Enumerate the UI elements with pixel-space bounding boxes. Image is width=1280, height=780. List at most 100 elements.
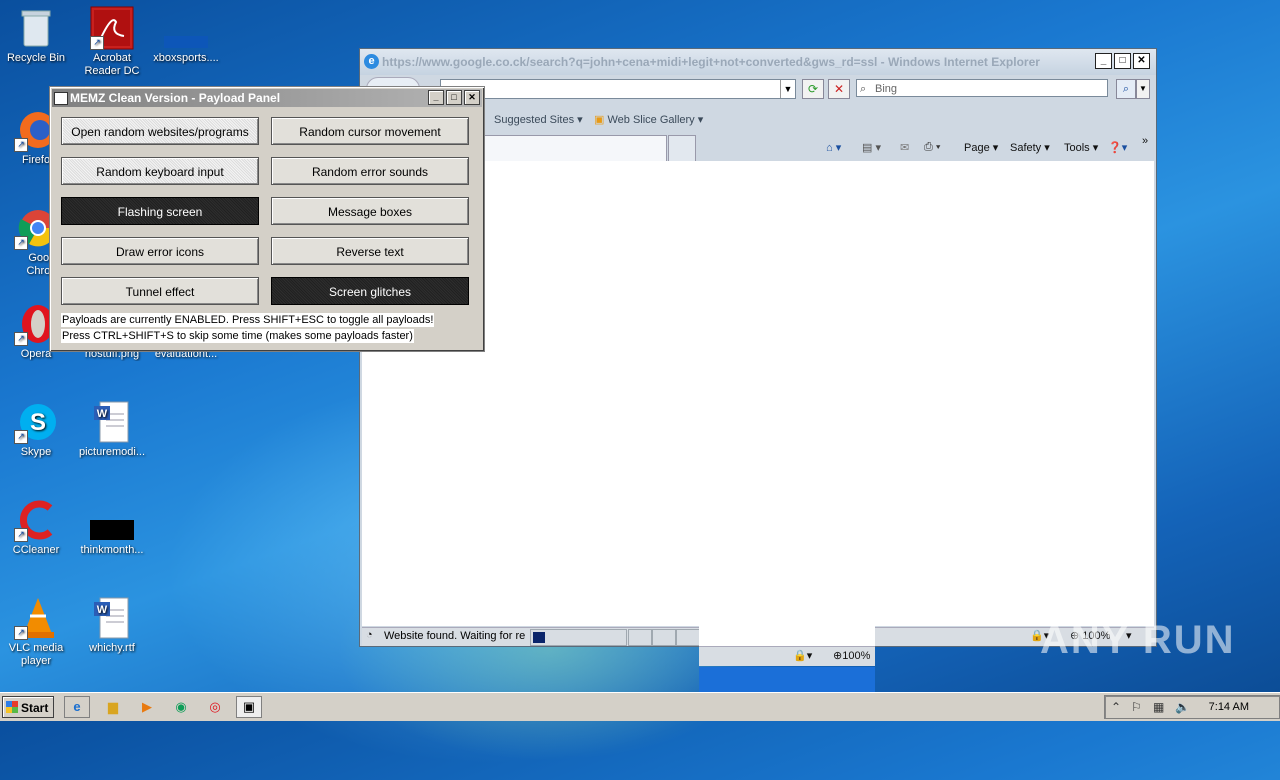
payload-flashing-screen-button[interactable]: Flashing screen bbox=[61, 197, 259, 225]
word-doc-icon: W bbox=[90, 400, 134, 444]
payload-random-cursor-button[interactable]: Random cursor movement bbox=[271, 117, 469, 145]
payload-message-boxes-button[interactable]: Message boxes bbox=[271, 197, 469, 225]
address-bar[interactable]: ▼ bbox=[440, 79, 796, 99]
status-text: Website found. Waiting for re bbox=[384, 630, 526, 642]
word-doc-icon: W bbox=[90, 596, 134, 640]
taskbar-explorer-icon[interactable]: ▆ bbox=[100, 696, 126, 718]
svg-text:W: W bbox=[97, 408, 108, 420]
desktop-icon-label: thinkmonth... bbox=[80, 544, 144, 556]
close-button[interactable]: ✕ bbox=[464, 90, 480, 105]
windows-logo-icon bbox=[6, 701, 18, 713]
search-input[interactable]: ⌕ Bing bbox=[856, 79, 1108, 97]
volume-icon[interactable]: 🔈 bbox=[1175, 700, 1190, 714]
mail-icon[interactable]: ✉ bbox=[900, 141, 909, 154]
chevron-down-icon[interactable]: ▼ bbox=[780, 80, 795, 98]
payload-hint-text: Press CTRL+SHIFT+S to skip some time (ma… bbox=[61, 329, 414, 343]
refresh-button[interactable]: ⟳ bbox=[802, 79, 824, 99]
status-pane bbox=[628, 629, 652, 646]
desktop-icon-whichy[interactable]: W whichy.rtf bbox=[72, 596, 152, 655]
maximize-button[interactable]: □ bbox=[446, 90, 462, 105]
payload-screen-glitches-button[interactable]: Screen glitches bbox=[271, 277, 469, 305]
desktop-icon-label: VLC media player bbox=[8, 642, 64, 667]
payload-reverse-text-button[interactable]: Reverse text bbox=[271, 237, 469, 265]
chevron-up-icon[interactable]: ⌃ bbox=[1111, 700, 1121, 714]
status-pane bbox=[652, 629, 676, 646]
chevron-more-icon[interactable]: » bbox=[1142, 135, 1148, 147]
desktop-icon-vlc[interactable]: ↗ VLC media player bbox=[0, 596, 76, 668]
web-slice-icon: ▣ bbox=[594, 114, 605, 126]
favorite-web-slice-gallery[interactable]: ▣ Web Slice Gallery ▾ bbox=[594, 113, 703, 126]
loading-icon: ◔ bbox=[366, 629, 373, 641]
acrobat-icon: ↗ bbox=[90, 6, 134, 50]
minimize-button[interactable]: _ bbox=[428, 90, 444, 105]
payload-draw-error-icons-button[interactable]: Draw error icons bbox=[61, 237, 259, 265]
search-dropdown-button[interactable]: ▼ bbox=[1136, 79, 1150, 99]
print-icon[interactable]: ⎙ ▾ bbox=[924, 141, 940, 154]
desktop-icon-label: Acrobat Reader DC bbox=[84, 52, 140, 77]
desktop-icon-label: Skype bbox=[20, 446, 52, 458]
file-icon bbox=[164, 6, 208, 50]
action-center-flag-icon[interactable]: ⚐ bbox=[1131, 700, 1142, 714]
taskbar-chrome-icon[interactable]: ◉ bbox=[168, 696, 194, 718]
close-button[interactable]: ✕ bbox=[1133, 53, 1150, 69]
ie-title-bar[interactable]: e https://www.google.co.ck/search?q=john… bbox=[360, 49, 1156, 75]
page-menu[interactable]: Page ▾ bbox=[964, 141, 998, 154]
progress-bar bbox=[530, 629, 627, 646]
taskbar: Start e ▆ ▶ ◉ ◎ ▣ ⌃ ⚐ ▦ 🔈 7:14 AM bbox=[0, 692, 1280, 721]
stop-button[interactable]: ✕ bbox=[828, 79, 850, 99]
ccleaner-icon: ↗ bbox=[14, 498, 58, 542]
recycle-bin-icon bbox=[14, 6, 58, 50]
taskbar-memz-icon[interactable]: ▣ bbox=[236, 696, 262, 718]
app-icon bbox=[54, 92, 68, 105]
memz-title-bar[interactable]: MEMZ Clean Version - Payload Panel _ □ ✕ bbox=[52, 89, 482, 107]
taskbar-media-player-icon[interactable]: ▶ bbox=[134, 696, 160, 718]
safety-menu[interactable]: Safety ▾ bbox=[1010, 141, 1050, 154]
desktop-icon-xboxsports[interactable]: xboxsports.... bbox=[146, 6, 226, 65]
desktop-icon-acrobat[interactable]: ↗ Acrobat Reader DC bbox=[72, 6, 152, 78]
new-tab-button[interactable] bbox=[668, 135, 696, 162]
desktop-icon-recycle-bin[interactable]: Recycle Bin bbox=[0, 6, 76, 65]
svg-text:W: W bbox=[97, 604, 108, 616]
payload-random-error-sounds-button[interactable]: Random error sounds bbox=[271, 157, 469, 185]
ie-logo-icon: e bbox=[364, 54, 379, 69]
payload-open-random-websites-button[interactable]: Open random websites/programs bbox=[61, 117, 259, 145]
status-pane bbox=[676, 629, 700, 646]
file-icon bbox=[90, 498, 134, 542]
help-icon[interactable]: ❓▾ bbox=[1108, 141, 1127, 154]
taskbar-opera-icon[interactable]: ◎ bbox=[202, 696, 228, 718]
desktop-icon-ccleaner[interactable]: ↗ CCleaner bbox=[0, 498, 76, 557]
network-icon[interactable]: ▦ bbox=[1153, 700, 1164, 714]
zoom-control: ⊕100% bbox=[833, 650, 871, 662]
tools-menu[interactable]: Tools ▾ bbox=[1064, 141, 1098, 154]
start-button[interactable]: Start bbox=[2, 696, 54, 718]
clock[interactable]: 7:14 AM bbox=[1209, 701, 1249, 713]
payload-random-keyboard-button[interactable]: Random keyboard input bbox=[61, 157, 259, 185]
memz-title-text: MEMZ Clean Version - Payload Panel bbox=[70, 91, 281, 105]
skype-icon: S ↗ bbox=[14, 400, 58, 444]
system-tray: ⌃ ⚐ ▦ 🔈 7:14 AM bbox=[1104, 695, 1280, 719]
desktop-icon-label: Recycle Bin bbox=[6, 52, 66, 64]
desktop-icon-label: CCleaner bbox=[12, 544, 60, 556]
memz-payload-panel: MEMZ Clean Version - Payload Panel _ □ ✕… bbox=[49, 86, 485, 352]
desktop-icon-picturemodi[interactable]: W picturemodi... bbox=[72, 400, 152, 459]
favorite-suggested-sites[interactable]: Suggested Sites ▾ bbox=[494, 113, 583, 126]
desktop-icon-thinkmonth[interactable]: thinkmonth... bbox=[72, 498, 152, 557]
desktop-icon-label: picturemodi... bbox=[78, 446, 146, 458]
tab-current[interactable] bbox=[480, 135, 667, 162]
desktop-icon-label: xboxsports.... bbox=[153, 52, 219, 64]
maximize-button[interactable]: □ bbox=[1114, 53, 1131, 69]
svg-text:S: S bbox=[30, 409, 46, 436]
feeds-icon[interactable]: ▤ ▾ bbox=[862, 141, 881, 154]
taskbar-ie-icon[interactable]: e bbox=[64, 696, 90, 718]
search-button[interactable]: ⌕ bbox=[1116, 79, 1136, 99]
protected-mode-icon: 🔒▾ bbox=[793, 650, 813, 662]
search-icon: ⌕ bbox=[860, 83, 867, 95]
home-icon[interactable]: ⌂ ▾ bbox=[826, 141, 841, 154]
desktop-icon-label: whichy.rtf bbox=[89, 642, 135, 654]
payload-tunnel-effect-button[interactable]: Tunnel effect bbox=[61, 277, 259, 305]
watermark-logo: ANY RUN bbox=[1040, 618, 1236, 662]
minimize-button[interactable]: _ bbox=[1095, 53, 1112, 69]
desktop-icon-skype[interactable]: S ↗ Skype bbox=[0, 400, 76, 459]
payload-status-text: Payloads are currently ENABLED. Press SH… bbox=[61, 313, 435, 327]
vlc-icon: ↗ bbox=[14, 596, 58, 640]
